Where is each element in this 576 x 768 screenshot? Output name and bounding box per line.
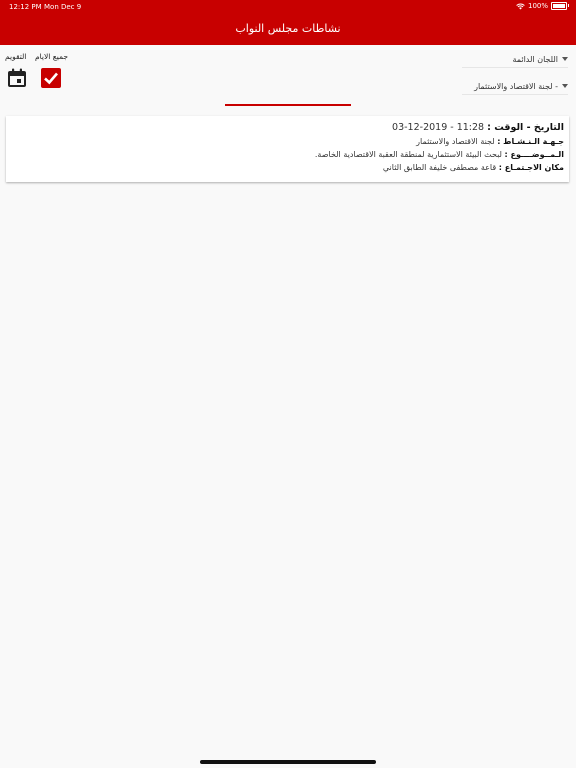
wifi-icon [516, 3, 525, 9]
chevron-down-icon [562, 57, 568, 61]
org-label: جـهـة الـنـشـاط : [497, 137, 564, 146]
activity-place-row: مكان الاجـتمـاع : قاعة مصطفى خليفة الطاب… [11, 161, 564, 174]
date-label: التاريخ - الوقت : [487, 122, 564, 133]
all-days-label: جميع الايام [35, 52, 68, 61]
place-value: قاعة مصطفى خليفة الطابق الثاني [382, 163, 497, 172]
checkmark-icon [44, 72, 58, 85]
committee-dropdown[interactable]: - لجنة الاقتصاد والاستثمار [462, 78, 568, 95]
page-title: نشاطات مجلس النواب [235, 22, 341, 35]
subject-label: الـمــوضــــوع : [504, 150, 564, 159]
chevron-down-icon [562, 84, 568, 88]
subject-value: لبحث البيئة الاستثمارية لمنطقة العقبة ال… [314, 150, 502, 159]
header-bar: 12:12 PM Mon Dec 9 100% نشاطات مجلس النو… [0, 0, 576, 45]
committee-type-dropdown[interactable]: اللجان الدائمة [462, 51, 568, 68]
committee-type-value: اللجان الدائمة [512, 54, 558, 64]
calendar-icon [8, 68, 26, 87]
place-label: مكان الاجـتمـاع : [498, 163, 564, 172]
org-value: لجنة الاقتصاد والاستثمار [416, 137, 495, 146]
all-days-checkbox[interactable] [41, 68, 61, 88]
battery-percent: 100% [527, 2, 548, 10]
status-date: Mon Dec 9 [44, 3, 82, 11]
committee-value: - لجنة الاقتصاد والاستثمار [474, 81, 558, 91]
battery-icon [551, 2, 569, 10]
divider [225, 104, 351, 106]
status-indicators: 100% [516, 2, 569, 10]
date-value: 03-12-2019 - 11:28 [392, 122, 485, 133]
activity-subject-row: الـمــوضــــوع : لبحث البيئة الاستثمارية… [11, 148, 564, 161]
calendar-button[interactable] [7, 68, 27, 88]
home-indicator[interactable] [200, 760, 376, 764]
activity-date-row: التاريخ - الوقت : 03-12-2019 - 11:28 [11, 120, 564, 135]
activity-card[interactable]: التاريخ - الوقت : 03-12-2019 - 11:28 جـه… [6, 116, 569, 182]
activity-org-row: جـهـة الـنـشـاط : لجنة الاقتصاد والاستثم… [11, 135, 564, 148]
calendar-label: التقويم [5, 52, 27, 61]
status-time: 12:12 PM [9, 3, 42, 11]
